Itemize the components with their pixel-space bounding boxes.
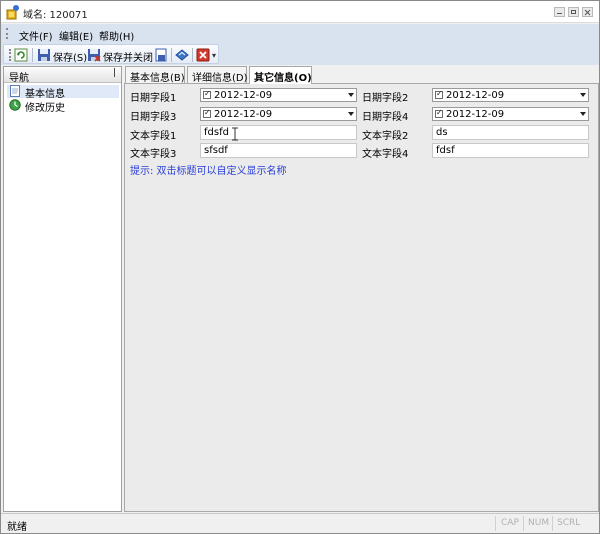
nav-item-label: 基本信息 <box>25 89 65 100</box>
refresh-icon[interactable] <box>14 48 28 62</box>
text-field-2-value: ds <box>436 127 448 138</box>
dropdown-arrow-icon[interactable] <box>348 112 354 116</box>
window-controls <box>554 7 593 17</box>
date-field-4-checkbox[interactable] <box>435 108 443 118</box>
num-lock-indicator: NUM <box>528 518 550 528</box>
toolbar-grip[interactable] <box>9 49 11 61</box>
menu-grip[interactable] <box>6 28 8 39</box>
toolbar-separator <box>192 48 193 62</box>
toolbar-overflow-icon[interactable]: ▾ <box>212 51 216 60</box>
date-field-1[interactable]: 2012-12-09 <box>200 88 357 102</box>
caps-lock-indicator: CAP <box>501 518 519 528</box>
nav-header: 导航 ꟾ <box>4 67 121 84</box>
close-icon[interactable] <box>582 7 593 17</box>
nav-item-label: 修改历史 <box>25 103 65 114</box>
text-field-1-label: 文本字段1 <box>130 131 177 142</box>
pin-icon[interactable]: ꟾ <box>113 69 116 80</box>
text-field-4-label: 文本字段4 <box>362 149 409 160</box>
save-icon <box>38 49 50 61</box>
dropdown-arrow-icon[interactable] <box>580 93 586 97</box>
status-bar: 就绪 CAP NUM SCRL <box>1 513 599 533</box>
text-field-4-value: fdsf <box>436 145 455 156</box>
date-field-1-label: 日期字段1 <box>130 93 177 104</box>
tab-basic-info[interactable]: 基本信息(B) <box>125 66 185 84</box>
dropdown-arrow-icon[interactable] <box>348 93 354 97</box>
text-field-3-value: sfsdf <box>204 145 228 156</box>
date-field-3-value: 2012-12-09 <box>214 109 273 120</box>
date-field-3-checkbox[interactable] <box>203 108 211 118</box>
status-text: 就绪 <box>7 522 27 533</box>
toolbar: 保存(S) 保存并关闭 ▾ <box>1 43 599 65</box>
toolbar-strip: 保存(S) 保存并关闭 ▾ <box>3 44 219 64</box>
date-field-2-label: 日期字段2 <box>362 93 409 104</box>
text-field-2-label: 文本字段2 <box>362 131 409 142</box>
status-separator <box>523 516 524 531</box>
window-title: 域名: 120071 <box>23 10 88 21</box>
navigation-pane: 导航 ꟾ 基本信息 修改历史 <box>3 66 122 512</box>
status-separator <box>495 516 496 531</box>
date-field-3-label: 日期字段3 <box>130 112 177 123</box>
nav-item-history[interactable]: 修改历史 <box>7 99 119 114</box>
date-field-1-value: 2012-12-09 <box>214 90 273 101</box>
date-field-4[interactable]: 2012-12-09 <box>432 107 589 121</box>
text-field-3[interactable]: sfsdf <box>200 143 357 158</box>
title-bar: 域名: 120071 <box>1 1 599 23</box>
save-close-label: 保存并关闭 <box>103 53 153 64</box>
date-field-1-checkbox[interactable] <box>203 89 211 99</box>
menu-bar: 文件(F) 编辑(E) 帮助(H) <box>1 24 599 43</box>
minimize-icon[interactable] <box>554 7 565 17</box>
text-field-2[interactable]: ds <box>432 125 589 140</box>
toolbar-separator <box>171 48 172 62</box>
text-field-1[interactable]: fdsfd <box>200 125 357 140</box>
status-separator <box>552 516 553 531</box>
nav-item-basic-info[interactable]: 基本信息 <box>7 85 119 100</box>
save-label: 保存(S) <box>53 53 88 64</box>
app-icon <box>6 5 19 20</box>
text-field-4[interactable]: fdsf <box>432 143 589 158</box>
scroll-lock-indicator: SCRL <box>557 518 581 528</box>
other-info-panel: 日期字段1 2012-12-09 日期字段2 2012-12-09 日期字段3 … <box>124 83 599 512</box>
menu-help[interactable]: 帮助(H) <box>99 28 134 43</box>
tab-other-info[interactable]: 其它信息(O) <box>249 66 312 84</box>
delete-icon[interactable] <box>196 48 210 62</box>
text-cursor-icon <box>232 127 238 141</box>
app-window: 域名: 120071 文件(F) 编辑(E) 帮助(H) 保存(S) 保存并关闭… <box>0 0 600 534</box>
nav-title: 导航 <box>9 73 29 84</box>
date-field-4-label: 日期字段4 <box>362 112 409 123</box>
date-field-3[interactable]: 2012-12-09 <box>200 107 357 121</box>
book-icon[interactable] <box>175 48 189 62</box>
date-field-4-value: 2012-12-09 <box>446 109 505 120</box>
tab-details[interactable]: 详细信息(D) <box>187 66 248 84</box>
document-icon <box>10 85 20 97</box>
date-field-2[interactable]: 2012-12-09 <box>432 88 589 102</box>
hint-text: 提示: 双击标题可以自定义显示名称 <box>130 166 287 177</box>
toolbar-separator <box>32 48 33 62</box>
text-field-3-label: 文本字段3 <box>130 149 177 160</box>
menu-file[interactable]: 文件(F) <box>19 28 53 43</box>
date-field-2-value: 2012-12-09 <box>446 90 505 101</box>
maximize-icon[interactable] <box>568 7 579 17</box>
text-field-1-value: fdsfd <box>204 127 229 138</box>
date-field-2-checkbox[interactable] <box>435 89 443 99</box>
menu-edit[interactable]: 编辑(E) <box>59 28 93 43</box>
dropdown-arrow-icon[interactable] <box>580 112 586 116</box>
save-as-icon[interactable] <box>154 48 168 62</box>
save-close-icon <box>88 49 101 62</box>
history-icon <box>9 99 21 111</box>
tab-strip: 基本信息(B) 详细信息(D) 其它信息(O) <box>124 66 599 84</box>
